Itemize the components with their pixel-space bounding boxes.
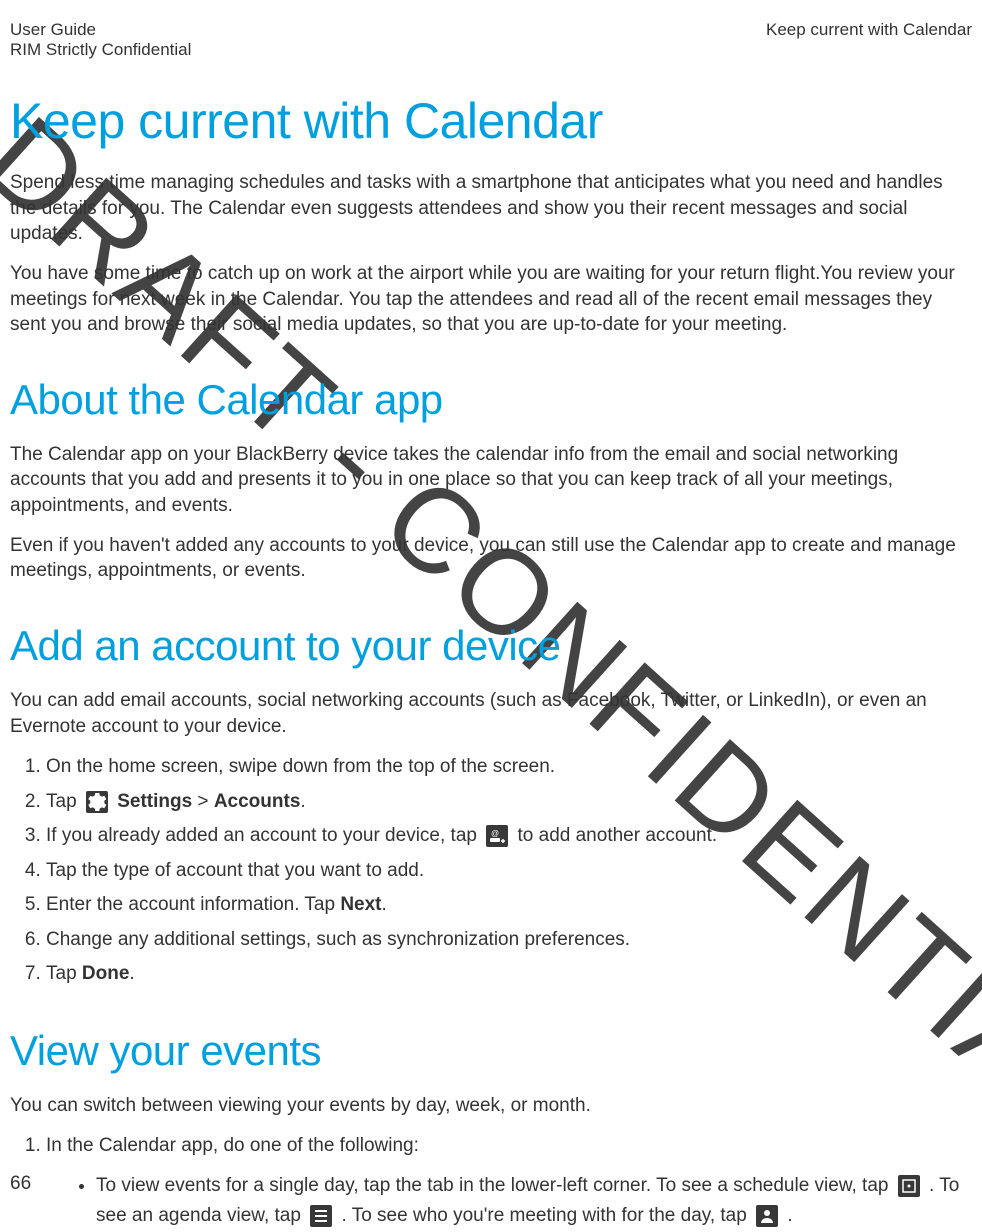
list-item: Enter the account information. Tap Next.	[46, 891, 972, 920]
list-item: Tap Settings > Accounts.	[46, 788, 972, 817]
settings-label: Settings	[112, 791, 192, 812]
header-left-line2: RIM Strictly Confidential	[10, 40, 191, 60]
header-right: Keep current with Calendar	[766, 20, 972, 60]
accounts-label: Accounts	[214, 791, 301, 812]
step-text: .	[382, 894, 387, 915]
add-account-steps: On the home screen, swipe down from the …	[10, 753, 972, 989]
page-header: User Guide RIM Strictly Confidential Kee…	[10, 20, 972, 60]
step-text: Tap	[46, 963, 82, 984]
next-label: Next	[340, 894, 381, 915]
step-text: Tap	[46, 791, 82, 812]
step-text: >	[192, 791, 214, 812]
about-heading: About the Calendar app	[10, 376, 972, 424]
step-text: In the Calendar app, do one of the follo…	[46, 1135, 419, 1156]
list-item: In the Calendar app, do one of the follo…	[46, 1132, 972, 1231]
people-view-icon	[756, 1205, 778, 1227]
header-left-line1: User Guide	[10, 20, 191, 40]
bullet-text: . To see who you're meeting with for the…	[336, 1205, 752, 1226]
list-item: Tap Done.	[46, 960, 972, 989]
agenda-view-icon	[310, 1205, 332, 1227]
add-account-heading: Add an account to your device	[10, 622, 972, 670]
intro-paragraph-1: Spend less time managing schedules and t…	[10, 170, 972, 247]
svg-text:@: @	[491, 829, 499, 838]
view-events-bullets: To view events for a single day, tap the…	[46, 1171, 972, 1232]
view-events-heading: View your events	[10, 1027, 972, 1075]
list-item: On the home screen, swipe down from the …	[46, 753, 972, 782]
list-item: Tap the type of account that you want to…	[46, 857, 972, 886]
list-item: To view events for a single day, tap the…	[96, 1171, 972, 1232]
intro-paragraph-2: You have some time to catch up on work a…	[10, 261, 972, 338]
step-text: If you already added an account to your …	[46, 825, 482, 846]
list-item: If you already added an account to your …	[46, 822, 972, 851]
step-text: .	[300, 791, 305, 812]
bullet-text: .	[782, 1205, 793, 1226]
about-paragraph-1: The Calendar app on your BlackBerry devi…	[10, 442, 972, 519]
add-account-icon: @	[486, 825, 508, 847]
page-title: Keep current with Calendar	[10, 92, 972, 150]
settings-icon	[86, 791, 108, 813]
step-text: .	[129, 963, 134, 984]
step-text: to add another account.	[512, 825, 717, 846]
done-label: Done	[82, 963, 130, 984]
step-text: Enter the account information. Tap	[46, 894, 340, 915]
view-events-steps: In the Calendar app, do one of the follo…	[10, 1132, 972, 1231]
about-paragraph-2: Even if you haven't added any accounts t…	[10, 533, 972, 584]
schedule-view-icon	[898, 1175, 920, 1197]
view-events-desc: You can switch between viewing your even…	[10, 1093, 972, 1119]
list-item: Change any additional settings, such as …	[46, 926, 972, 955]
add-account-desc: You can add email accounts, social netwo…	[10, 688, 972, 739]
bullet-text: To view events for a single day, tap the…	[96, 1175, 894, 1196]
